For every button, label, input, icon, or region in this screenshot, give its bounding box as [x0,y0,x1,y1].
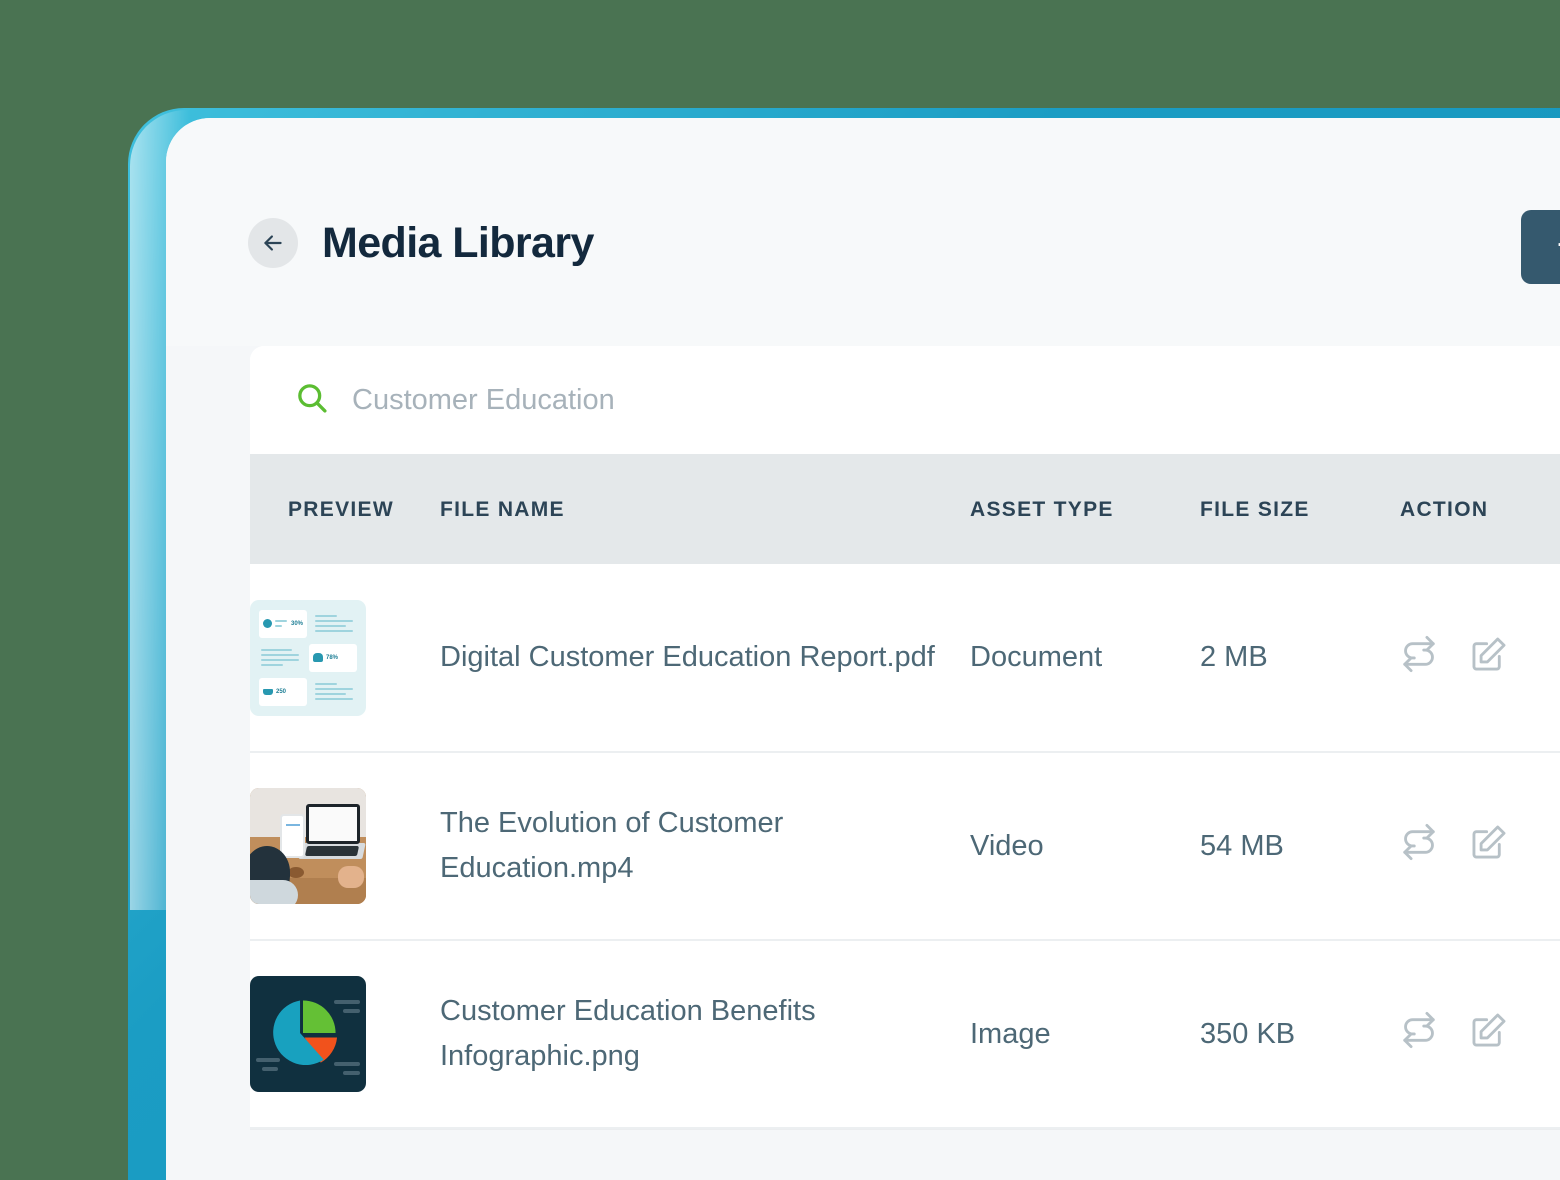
cell-file-size: 54 MB [1200,752,1400,940]
app-screen: Media Library + Up PREVIEW FILE NAME ASS… [166,118,1560,1180]
media-table-body: 30% [250,564,1560,1128]
cell-action [1400,564,1560,752]
column-header-action: ACTION [1400,454,1560,564]
cell-asset-type: Image [970,940,1200,1128]
search-input[interactable] [352,384,992,417]
file-name-text: Customer Education Benefits Infographic.… [440,989,970,1079]
plus-icon: + [1557,225,1560,265]
column-header-asset-type: ASSET TYPE [970,454,1200,564]
table-row[interactable]: The Evolution of Customer Education.mp4 … [250,752,1560,940]
badge-icon [263,619,272,628]
upload-button[interactable]: + Up [1521,210,1560,284]
page-title: Media Library [322,219,594,268]
stat-value-2: 78% [326,655,338,661]
cell-file-name[interactable]: Digital Customer Education Report.pdf [440,564,970,752]
table-row[interactable]: Customer Education Benefits Infographic.… [250,940,1560,1128]
media-table-header: PREVIEW FILE NAME ASSET TYPE FILE SIZE A… [250,454,1560,564]
file-name-text: The Evolution of Customer Education.mp4 [440,801,970,891]
cell-preview [250,940,440,1128]
cell-preview [250,752,440,940]
cell-asset-type: Video [970,752,1200,940]
header-left-group: Media Library [248,218,594,268]
cell-file-size: 2 MB [1200,564,1400,752]
column-header-file-size: FILE SIZE [1200,454,1400,564]
cell-file-name[interactable]: Customer Education Benefits Infographic.… [440,940,970,1128]
cell-action [1400,940,1560,1128]
video-photo-thumbnail [250,788,366,904]
replace-icon[interactable] [1400,823,1438,869]
media-table: PREVIEW FILE NAME ASSET TYPE FILE SIZE A… [250,454,1560,1129]
media-library-card: PREVIEW FILE NAME ASSET TYPE FILE SIZE A… [250,346,1560,1129]
cell-asset-type: Document [970,564,1200,752]
stat-value-1: 30% [291,621,303,627]
cell-preview: 30% [250,564,440,752]
column-header-file-name: FILE NAME [440,454,970,564]
table-header-row: PREVIEW FILE NAME ASSET TYPE FILE SIZE A… [250,454,1560,564]
cell-file-name[interactable]: The Evolution of Customer Education.mp4 [440,752,970,940]
person-icon [313,653,323,662]
replace-icon[interactable] [1400,1011,1438,1057]
infographic-pie-thumbnail [250,976,366,1092]
edit-icon[interactable] [1470,635,1508,681]
edit-icon[interactable] [1470,1011,1508,1057]
replace-icon[interactable] [1400,635,1438,681]
document-report-thumbnail: 30% [250,600,366,716]
cell-file-size: 350 KB [1200,940,1400,1128]
arrow-left-icon [260,230,286,256]
column-header-preview: PREVIEW [250,454,440,564]
search-icon [294,380,330,421]
graduation-cap-icon [263,689,273,695]
stat-value-3: 250 [276,689,286,695]
back-button[interactable] [248,218,298,268]
edit-icon[interactable] [1470,823,1508,869]
file-name-text: Digital Customer Education Report.pdf [440,635,970,680]
cell-action [1400,752,1560,940]
app-header: Media Library + Up [166,118,1560,346]
table-row[interactable]: 30% [250,564,1560,752]
search-bar[interactable] [250,346,1560,454]
